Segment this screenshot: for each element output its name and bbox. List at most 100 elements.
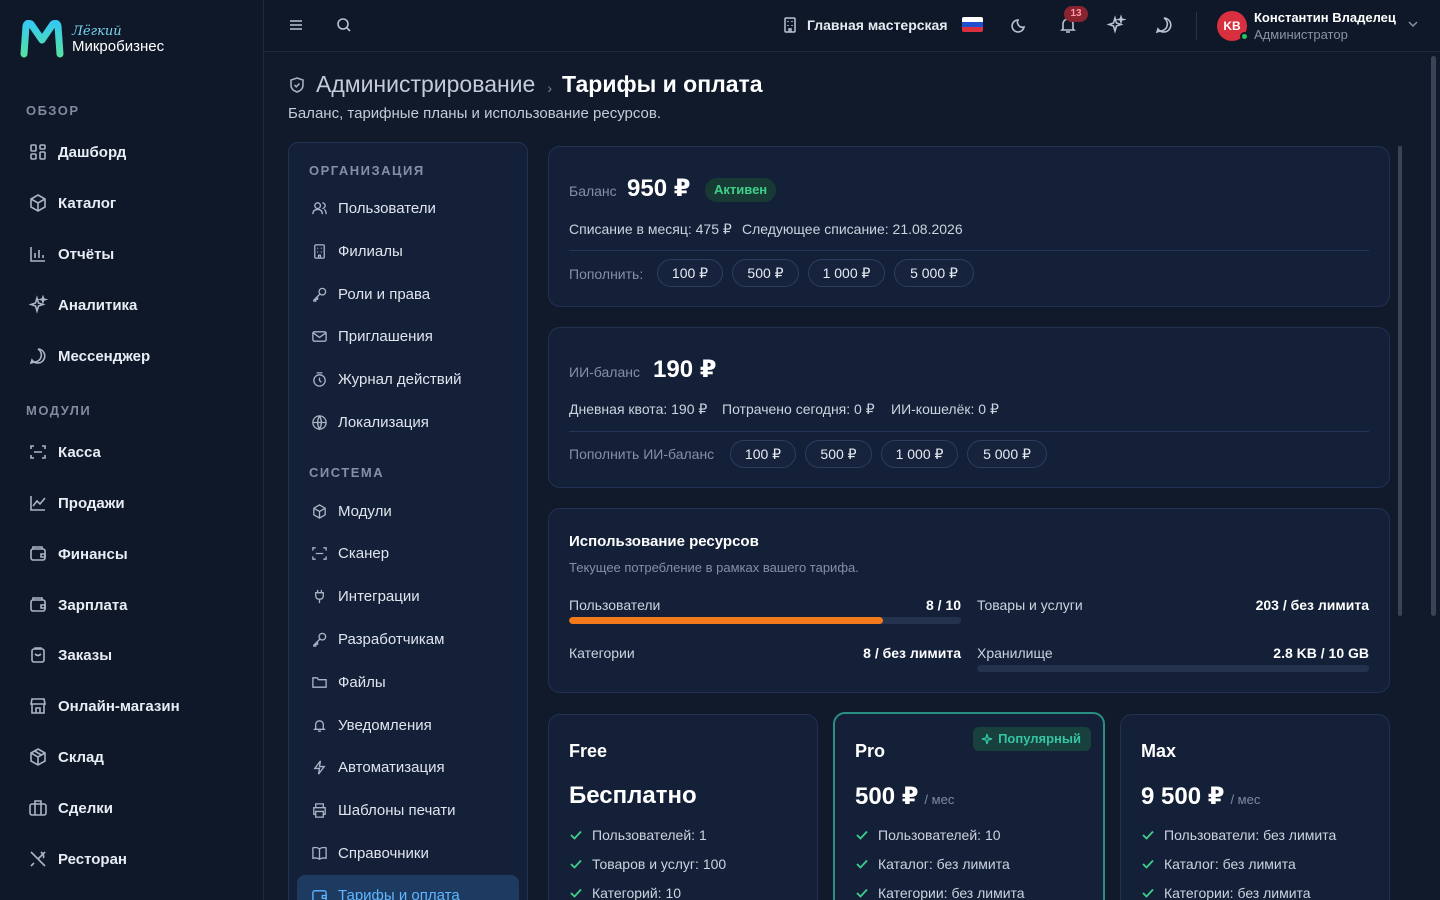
sidebar-item-label: Ресторан: [58, 850, 127, 868]
subnav-item-localization[interactable]: Локализация: [311, 411, 429, 433]
brand-logo[interactable]: Лёгкий Микробизнес: [20, 20, 164, 58]
plug-icon: [315, 589, 324, 603]
sidebar-item-deals[interactable]: Сделки: [28, 796, 113, 820]
sidebar-item-messenger[interactable]: Мессенджер: [28, 344, 150, 368]
sidebar-item-orders[interactable]: Заказы: [28, 643, 112, 667]
sidebar-item-analytics[interactable]: Аналитика: [28, 293, 137, 317]
sidebar-item-warehouse[interactable]: Склад: [28, 745, 104, 769]
subnav-item-notifications[interactable]: Уведомления: [311, 714, 432, 736]
users-icon: [312, 201, 327, 214]
sidebar-item-sales[interactable]: Продажи: [28, 491, 125, 515]
page-title: Тарифы и оплата: [562, 71, 763, 97]
sidebar-item-label: Дашборд: [58, 143, 127, 161]
plan-card-free[interactable]: Free Бесплатно Пользователей: 1 Товаров …: [548, 714, 818, 900]
plan-card-max[interactable]: Max 9 500 ₽ / мес Пользователи: без лими…: [1120, 714, 1390, 900]
plan-name: Max: [1141, 741, 1177, 761]
line-chart-icon: [30, 496, 46, 511]
ai-topup-1000-button[interactable]: 1 000 ₽: [881, 440, 958, 468]
subnav-item-developers[interactable]: Разработчикам: [311, 628, 444, 650]
subnav-item-print-templates[interactable]: Шаблоны печати: [311, 799, 456, 821]
utensils-icon: [30, 851, 46, 867]
sidebar-item-label: Касса: [58, 443, 101, 461]
plan-feature-text: Пользователей: 10: [878, 827, 1001, 843]
subnav-item-label: Автоматизация: [338, 758, 445, 776]
topup-500-button[interactable]: 500 ₽: [732, 259, 799, 287]
plan-feature-text: Пользователи: без лимита: [1164, 827, 1337, 843]
history-icon: [313, 371, 326, 387]
settings-nav: ОРГАНИЗАЦИЯ Пользователи Филиалы Роли и …: [288, 142, 528, 900]
logo-m-icon: [20, 20, 64, 58]
menu-icon[interactable]: [285, 14, 307, 36]
subnav-item-roles[interactable]: Роли и права: [311, 283, 430, 305]
subnav-item-audit-log[interactable]: Журнал действий: [311, 368, 461, 390]
breadcrumb: Администрирование › Тарифы и оплата: [288, 71, 763, 98]
sidebar-item-dashboard[interactable]: Дашборд: [28, 140, 126, 164]
russian-flag-icon[interactable]: [962, 17, 983, 32]
subnav-item-label: Уведомления: [338, 716, 432, 734]
chat-icon[interactable]: [1153, 14, 1175, 36]
topup-1000-button[interactable]: 1 000 ₽: [808, 259, 885, 287]
wallet-icon: [312, 889, 327, 900]
plan-feature-text: Категории: без лимита: [878, 885, 1025, 900]
daily-quota: Дневная квота: 190 ₽: [569, 401, 708, 417]
sidebar-item-cashbox[interactable]: Касса: [28, 440, 101, 464]
key-icon: [313, 632, 327, 647]
subnav-item-branches[interactable]: Филиалы: [311, 240, 403, 262]
ai-topup-500-button[interactable]: 500 ₽: [805, 440, 872, 468]
topup-100-button[interactable]: 100 ₽: [657, 259, 723, 287]
plan-card-pro[interactable]: Популярный Pro 500 ₽ / мес Пользователей…: [833, 712, 1105, 900]
subnav-item-scanner[interactable]: Сканер: [311, 542, 389, 564]
subnav-item-directories[interactable]: Справочники: [311, 842, 429, 864]
chevron-down-icon[interactable]: [1406, 17, 1420, 31]
resource-users-bar-fill: [569, 617, 883, 624]
ai-wallet: ИИ-кошелёк: 0 ₽: [891, 401, 999, 417]
sidebar-item-finance[interactable]: Финансы: [28, 542, 128, 566]
topup-5000-button[interactable]: 5 000 ₽: [894, 259, 974, 287]
sidebar-item-catalog[interactable]: Каталог: [28, 191, 116, 215]
subnav-section-organization: ОРГАНИЗАЦИЯ: [309, 163, 425, 178]
subnav-item-modules[interactable]: Модули: [311, 500, 392, 522]
ai-topup-label: Пополнить ИИ-баланс: [569, 446, 715, 462]
subnav-item-billing[interactable]: Тарифы и оплата: [311, 884, 460, 900]
ai-balance-label: ИИ-баланс: [569, 364, 640, 380]
subnav-item-invitations[interactable]: Приглашения: [311, 325, 433, 347]
sparkle-icon[interactable]: [1105, 14, 1127, 36]
sidebar-item-label: Онлайн-магазин: [58, 697, 180, 715]
page-scrollbar[interactable]: [1431, 56, 1436, 616]
user-name[interactable]: Константин Владелец: [1254, 10, 1396, 25]
building-icon: [314, 243, 325, 259]
sidebar-item-reports[interactable]: Отчёты: [28, 242, 114, 266]
subnav-item-label: Журнал действий: [338, 370, 462, 388]
building-icon: [784, 17, 796, 33]
moon-icon[interactable]: [1009, 14, 1031, 36]
check-icon: [856, 830, 868, 840]
subnav-item-label: Приглашения: [338, 327, 433, 345]
bell-icon: [313, 719, 326, 732]
check-icon: [570, 888, 582, 898]
subnav-item-label: Шаблоны печати: [338, 801, 456, 819]
check-icon: [856, 859, 868, 869]
sidebar-item-label: Каталог: [58, 194, 117, 212]
header-divider: [1196, 12, 1197, 40]
search-icon[interactable]: [333, 14, 355, 36]
subnav-item-label: Сканер: [338, 544, 390, 562]
subnav-item-integrations[interactable]: Интеграции: [311, 585, 420, 607]
subnav-item-label: Тарифы и оплата: [338, 886, 460, 900]
sidebar-item-online-store[interactable]: Онлайн-магазин: [28, 694, 180, 718]
check-icon: [570, 859, 582, 869]
workshop-selector[interactable]: Главная мастерская: [781, 16, 948, 34]
monthly-charge: Списание в месяц: 475 ₽: [569, 221, 732, 237]
ai-balance-card: ИИ-баланс 190 ₽ Дневная квота: 190 ₽ Пот…: [548, 327, 1390, 488]
ai-topup-5000-button[interactable]: 5 000 ₽: [967, 440, 1047, 468]
package-icon: [313, 503, 326, 519]
ai-topup-100-button[interactable]: 100 ₽: [730, 440, 796, 468]
breadcrumb-parent[interactable]: Администрирование: [316, 71, 535, 98]
clipboard-icon: [31, 647, 45, 663]
subnav-item-users[interactable]: Пользователи: [311, 197, 436, 219]
content-scrollbar[interactable]: [1398, 146, 1402, 616]
sidebar-item-restaurant[interactable]: Ресторан: [28, 847, 127, 871]
subnav-item-automation[interactable]: Автоматизация: [311, 756, 445, 778]
plan-feature: Категории: без лимита: [1141, 885, 1311, 900]
sidebar-item-salary[interactable]: Зарплата: [28, 593, 128, 617]
subnav-item-files[interactable]: Файлы: [311, 671, 386, 693]
